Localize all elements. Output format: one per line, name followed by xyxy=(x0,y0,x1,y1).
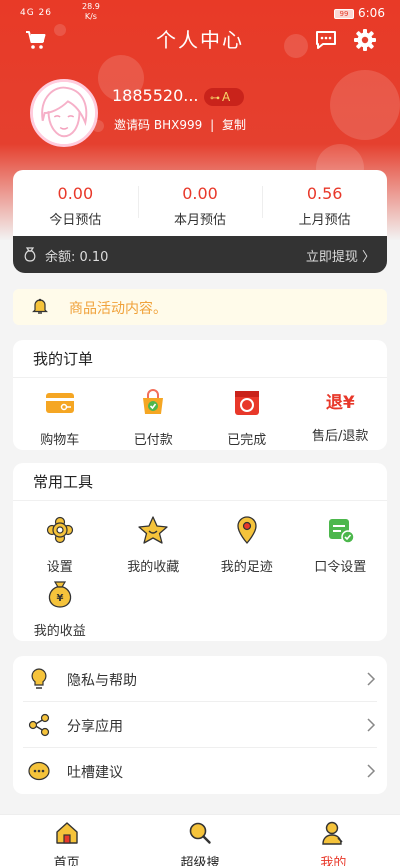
stat-value: 0.56 xyxy=(306,184,343,203)
tools-card: 常用工具 设置 我的收藏 我的足迹 口令设置 ¥ 我的收益 xyxy=(13,463,387,641)
level-badge: ⊶ A xyxy=(204,88,244,106)
location-icon xyxy=(237,516,257,544)
grid-label: 已付款 xyxy=(133,433,173,448)
tool-command[interactable]: 口令设置 xyxy=(294,515,388,579)
battery-indicator: 99 xyxy=(334,9,354,19)
grid-label: 设置 xyxy=(46,560,73,575)
order-paid[interactable]: 已付款 xyxy=(107,388,201,448)
key-icon: ⊶ xyxy=(210,93,220,104)
message-icon[interactable] xyxy=(314,28,338,52)
completed-box-icon xyxy=(234,391,259,415)
invite-row: 邀请码 BHX999 | 复制 xyxy=(114,116,246,133)
nav-home[interactable]: 首页 xyxy=(0,815,133,866)
network-speed: 28.9 K/s xyxy=(82,2,100,21)
chevron-right-icon xyxy=(367,672,376,686)
bell-icon xyxy=(32,298,48,314)
settings-menu: 隐私与帮助 分享应用 吐槽建议 xyxy=(13,656,387,794)
grid-label: 口令设置 xyxy=(314,560,367,575)
settings-icon xyxy=(46,516,73,544)
stat-value: 0.00 xyxy=(182,184,218,203)
svg-text:¥: ¥ xyxy=(56,593,63,604)
tool-settings[interactable]: 设置 xyxy=(13,515,107,579)
menu-label: 隐私与帮助 xyxy=(67,673,137,689)
clock: 6:06 xyxy=(358,6,385,20)
earnings-stats: 0.00 今日预估 0.00 本月预估 0.56 上月预估 xyxy=(13,170,387,236)
nav-label: 首页 xyxy=(53,856,80,866)
nav-label: 我的 xyxy=(320,856,347,866)
chat-icon xyxy=(28,761,50,781)
nav-mine[interactable]: 我的 xyxy=(267,815,400,866)
money-bag-icon: ¥ xyxy=(48,581,71,608)
orders-card: 我的订单 购物车 已付款 已完成 退¥ 售后/退款 xyxy=(13,340,387,450)
order-cart[interactable]: 购物车 xyxy=(13,388,107,448)
home-icon xyxy=(55,822,78,844)
grid-label: 我的收益 xyxy=(33,624,86,639)
star-icon xyxy=(138,516,168,544)
avatar[interactable] xyxy=(30,79,98,147)
grid-label: 售后/退款 xyxy=(312,429,369,444)
tool-earnings[interactable]: ¥ 我的收益 xyxy=(13,579,107,643)
stat-last-month[interactable]: 0.56 上月预估 xyxy=(262,170,387,236)
nav-label: 超级搜 xyxy=(180,856,220,866)
order-refund[interactable]: 退¥ 售后/退款 xyxy=(294,388,388,448)
tools-title: 常用工具 xyxy=(13,463,387,501)
stat-label: 今日预估 xyxy=(49,213,102,228)
stat-today[interactable]: 0.00 今日预估 xyxy=(13,170,138,236)
notice-text: 商品活动内容。 xyxy=(69,301,167,317)
page-title: 个人中心 xyxy=(156,28,244,52)
money-bag-icon xyxy=(24,247,36,262)
grid-label: 购物车 xyxy=(40,433,80,448)
invite-separator: | xyxy=(210,118,215,132)
grid-label: 我的足迹 xyxy=(220,560,273,575)
menu-item-feedback[interactable]: 吐槽建议 xyxy=(23,748,377,794)
wallet-icon xyxy=(45,393,74,413)
paid-bag-icon xyxy=(143,389,164,414)
notice-bar[interactable]: 商品活动内容。 xyxy=(13,289,387,325)
order-completed[interactable]: 已完成 xyxy=(200,388,294,448)
stat-this-month[interactable]: 0.00 本月预估 xyxy=(137,170,263,236)
refund-icon: 退¥ xyxy=(325,393,355,413)
profile-icon xyxy=(322,821,343,845)
stat-value: 0.00 xyxy=(57,184,94,203)
menu-item-privacy-help[interactable]: 隐私与帮助 xyxy=(23,656,377,702)
tool-footprints[interactable]: 我的足迹 xyxy=(200,515,294,579)
gear-icon[interactable] xyxy=(353,28,377,52)
orders-title: 我的订单 xyxy=(13,340,387,378)
menu-label: 分享应用 xyxy=(67,719,123,735)
stat-label: 上月预估 xyxy=(298,213,351,228)
grid-label: 已完成 xyxy=(227,433,267,448)
command-icon xyxy=(329,519,355,544)
withdraw-button[interactable]: 立即提现 〉 xyxy=(306,246,375,265)
balance-bar: 余额: 0.10 立即提现 〉 xyxy=(13,236,387,273)
menu-item-share-app[interactable]: 分享应用 xyxy=(23,702,377,748)
balance-text: 余额: 0.10 xyxy=(45,250,109,265)
chevron-right-icon xyxy=(367,718,376,732)
share-icon xyxy=(28,713,50,737)
grid-label: 我的收藏 xyxy=(127,560,180,575)
lightbulb-icon xyxy=(31,668,47,689)
copy-button[interactable]: 复制 xyxy=(222,118,246,132)
bottom-nav: 首页 超级搜 我的 xyxy=(0,814,400,866)
nav-super-search[interactable]: 超级搜 xyxy=(133,815,266,866)
invite-code: BHX999 xyxy=(153,118,203,132)
user-phone: 1885520... xyxy=(112,86,199,105)
chevron-right-icon xyxy=(367,764,376,778)
menu-label: 吐槽建议 xyxy=(67,765,123,781)
tool-favorites[interactable]: 我的收藏 xyxy=(107,515,201,579)
invite-label: 邀请码 xyxy=(114,118,151,132)
avatar-illustration xyxy=(33,82,95,144)
stat-label: 本月预估 xyxy=(174,213,227,228)
signal-indicator: 4G 26 xyxy=(20,8,53,18)
search-icon xyxy=(189,822,211,844)
